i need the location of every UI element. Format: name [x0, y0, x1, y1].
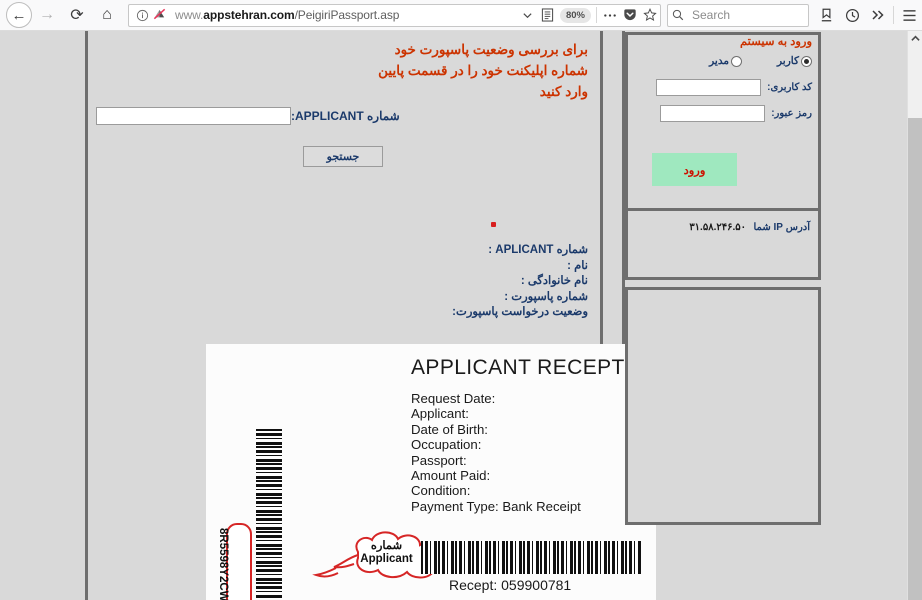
receipt-field-request-date: Request Date: [411, 391, 496, 406]
receipt-field-occupation: Occupation: [411, 437, 482, 453]
overflow-chevrons-icon[interactable] [865, 1, 891, 29]
back-arrow-icon: ← [11, 6, 27, 24]
forward-button[interactable]: → [32, 1, 62, 29]
username-input[interactable] [656, 79, 762, 96]
receipt-field-amount-paid: Amount Paid: [411, 468, 491, 484]
result-first-name-label: نام : [567, 259, 588, 272]
address-bar[interactable]: www.appstehran.com/PeigiriPassport.asp 8… [128, 3, 661, 27]
home-icon: ⌂ [102, 6, 112, 23]
hamburger-menu-icon[interactable] [896, 1, 922, 29]
search-submit-button[interactable]: جستجو [303, 146, 383, 167]
radio-option-user[interactable]: کاربر [777, 55, 812, 67]
url-text[interactable]: www.appstehran.com/PeigiriPassport.asp [175, 8, 518, 22]
radio-user-label: کاربر [777, 55, 799, 67]
page-viewport: برای بررسی وضعیت پاسپورت خود شماره اپلیک… [0, 31, 922, 600]
radio-user-icon[interactable] [801, 55, 812, 67]
search-bar[interactable]: Search [667, 3, 809, 27]
account-type-radio-group: کاربر مدیر [632, 55, 812, 73]
urlbar-dropdown-icon[interactable] [518, 5, 538, 25]
urlbar-divider [596, 7, 597, 23]
result-status-label: وضعیت درخواست پاسپورت: [452, 306, 588, 318]
reload-button[interactable]: ⟳ [62, 1, 92, 29]
receipt-field-list: Request Date: Applicant: Date of Birth: … [411, 391, 581, 514]
receipt-field-applicant: Applicant: [411, 406, 469, 422]
reload-icon: ⟳ [70, 7, 84, 24]
back-button[interactable]: ← [6, 2, 32, 28]
username-label: کد کاربری: [767, 82, 812, 93]
password-label: رمز عبور: [771, 108, 812, 119]
insecure-connection-icon[interactable] [152, 7, 168, 23]
receipt-field-passport: Passport: [411, 452, 467, 468]
result-fields: شماره APLICANT : نام : نام خانوادگی : شم… [452, 243, 588, 321]
instructions-line-1: برای بررسی وضعیت پاسپورت خود [394, 42, 588, 57]
toolbar-divider [893, 6, 894, 24]
applicant-id-value: 8R5598Y2CW1 [217, 528, 229, 600]
receipt-barcode [421, 541, 641, 574]
radio-option-admin[interactable]: مدیر [709, 55, 742, 67]
login-submit-button[interactable]: ورود [652, 153, 737, 186]
search-input[interactable]: Search [692, 8, 730, 22]
result-last-name-label: نام خانوادگی : [520, 275, 588, 287]
zoom-level-badge[interactable]: 80% [559, 7, 591, 23]
search-icon [668, 5, 688, 25]
ip-address-label: آدرس IP شما [753, 222, 811, 233]
instructions-line-3: وارد کنید [539, 84, 588, 99]
instructions-text: برای بررسی وضعیت پاسپورت خود شماره اپلیک… [288, 39, 588, 102]
page-scrollbar[interactable] [907, 31, 922, 600]
cloud-callout-label: شماره Applicant [339, 540, 434, 566]
receipt-field-payment-type: Payment Type: Bank Receipt [411, 498, 581, 514]
password-input[interactable] [660, 105, 766, 122]
radio-admin-label: مدیر [709, 55, 729, 67]
ip-address-value: ۳۱.۵۸.۲۴۶.۵۰ [689, 222, 746, 233]
scrollbar-thumb[interactable] [908, 118, 922, 600]
applicant-search-form: شماره APPLICANT: [88, 107, 600, 125]
reader-mode-icon[interactable] [538, 5, 558, 25]
result-status-bullet [491, 222, 496, 227]
ip-address-panel: آدرس IP شما ۳۱.۵۸.۲۴۶.۵۰ [625, 208, 821, 280]
main-column: برای بررسی وضعیت پاسپورت خود شماره اپلیک… [88, 31, 656, 600]
login-panel-title: ورود به سیستم [739, 36, 812, 48]
password-row: رمز عبور: [660, 105, 812, 122]
receipt-field-condition: Condition: [411, 483, 471, 499]
pocket-icon[interactable] [620, 5, 640, 25]
forward-arrow-icon: → [39, 6, 55, 23]
scroll-up-arrow-icon[interactable] [908, 31, 922, 46]
result-passport-number-label: شماره پاسپورت : [504, 290, 588, 303]
empty-content-panel [625, 287, 821, 525]
receipt-field-dob: Date of Birth: [411, 421, 488, 437]
page-content: برای بررسی وضعیت پاسپورت خود شماره اپلیک… [0, 31, 907, 600]
applicant-receipt-image: APPLICANT RECEPT Request Date: Applicant… [206, 344, 656, 600]
applicant-number-label: شماره APPLICANT: [291, 109, 400, 123]
receipt-number-text: Recept: 059900781 [449, 577, 572, 593]
radio-admin-icon[interactable] [731, 55, 742, 67]
save-to-pocket-icon[interactable] [813, 1, 839, 29]
home-button[interactable]: ⌂ [92, 1, 122, 29]
username-row: کد کاربری: [656, 79, 812, 96]
cloud-callout-line-2: Applicant [360, 553, 413, 565]
applicant-id-highlight-circle: 8R5598Y2CW1 [217, 523, 252, 600]
cloud-callout-line-1: شماره [370, 540, 403, 552]
instructions-line-2: شماره اپلیکنت خود را در قسمت پایین [378, 63, 588, 78]
bookmark-star-icon[interactable] [640, 5, 660, 25]
history-clock-icon[interactable] [839, 1, 865, 29]
receipt-title: APPLICANT RECEPT [411, 356, 625, 379]
vertical-barcode [256, 429, 282, 599]
browser-toolbar: ← → ⟳ ⌂ www.appstehran.com/PeigiriPasspo… [0, 0, 922, 31]
result-applicant-number-label: شماره APLICANT : [488, 244, 588, 256]
page-actions-icon[interactable] [600, 5, 620, 25]
sidebar: ورود به سیستم کاربر مدیر کد کاربری: رمز … [625, 31, 907, 600]
site-information-icon[interactable] [134, 8, 151, 22]
applicant-number-input[interactable] [96, 107, 291, 125]
